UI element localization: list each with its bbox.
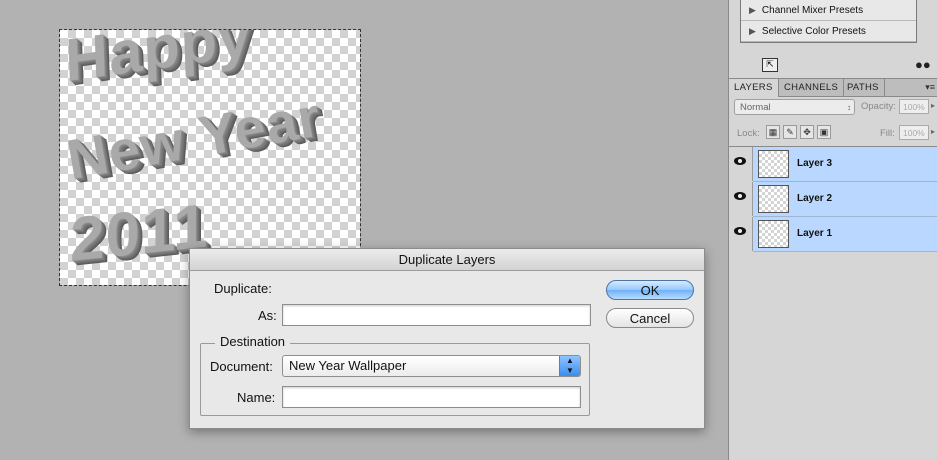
name-label: Name: [237, 390, 276, 405]
as-label: As: [258, 308, 277, 323]
as-input[interactable] [282, 304, 591, 326]
fill-label: Fill: [880, 128, 895, 139]
expand-triangle-icon[interactable]: ▶ [749, 5, 756, 15]
layer-item[interactable]: Layer 3 [753, 147, 937, 182]
layer-item[interactable]: Layer 1 [753, 217, 937, 252]
presets-list: ▶ Channel Mixer Presets ▶ Selective Color … [740, 0, 917, 43]
document-canvas[interactable]: Happy New Year 2011 [60, 30, 360, 285]
layer-name: Layer 2 [797, 193, 833, 204]
document-label: Document: [210, 359, 273, 374]
art-text-line-1: Happy [64, 30, 253, 95]
visibility-eye-icon[interactable] [729, 182, 753, 216]
cancel-button[interactable]: Cancel [606, 308, 694, 328]
fill-dropdown-icon[interactable]: ▸ [931, 127, 935, 136]
select-arrows-icon: ↕ [847, 103, 851, 112]
lock-all-icon[interactable]: ▣ [817, 125, 831, 139]
preset-item-label: Selective Color Presets [761, 26, 866, 37]
opacity-field[interactable]: 100% [899, 99, 929, 114]
panel-menu-icon[interactable]: ▾≡ [925, 79, 935, 96]
opacity-label: Opacity: [861, 101, 896, 112]
layers-panel-tabbar: LAYERS CHANNELS PATHS ▾≡ [729, 78, 937, 97]
tab-channels[interactable]: CHANNELS [779, 79, 845, 96]
layer-thumbnail [758, 150, 789, 178]
select-stepper-icon[interactable]: ▲ ▼ [559, 356, 580, 376]
tab-layers[interactable]: LAYERS [729, 79, 779, 97]
preset-item-label: Channel Mixer Presets [761, 5, 864, 16]
tab-paths[interactable]: PATHS [842, 79, 885, 96]
expand-triangle-icon[interactable]: ▶ [749, 26, 756, 36]
preset-item-selective-color[interactable]: ▶ Selective Color Presets [741, 21, 916, 42]
lock-position-icon[interactable]: ✥ [800, 125, 814, 139]
lock-image-pixels-icon[interactable]: ✎ [783, 125, 797, 139]
lock-transparency-icon[interactable]: ▦ [766, 125, 780, 139]
layer-thumbnail [758, 185, 789, 213]
ok-button[interactable]: OK [606, 280, 694, 300]
document-select-value: New Year Wallpaper [289, 358, 407, 373]
name-input[interactable] [282, 386, 581, 408]
preset-item-channel-mixer[interactable]: ▶ Channel Mixer Presets [741, 0, 916, 21]
layer-row[interactable]: Layer 1 [729, 217, 937, 252]
layer-thumbnail [758, 220, 789, 248]
opacity-dropdown-icon[interactable]: ▸ [931, 101, 935, 110]
fill-field[interactable]: 100% [899, 125, 929, 140]
panel-options-icon[interactable]: ●● [915, 58, 937, 72]
layer-item[interactable]: Layer 2 [753, 182, 937, 217]
destination-legend: Destination [215, 334, 291, 349]
layer-name: Layer 3 [797, 158, 833, 169]
visibility-eye-icon[interactable] [729, 217, 753, 251]
document-select[interactable]: New Year Wallpaper ▲ ▼ [282, 355, 581, 377]
blend-mode-select[interactable]: Normal ↕ [734, 99, 855, 115]
duplicate-label: Duplicate: [214, 281, 272, 296]
layer-row[interactable]: Layer 2 [729, 182, 937, 217]
art-text-line-3: 2011 [70, 191, 209, 275]
panel-resize-icon[interactable]: ⇱ [762, 58, 778, 72]
visibility-eye-icon[interactable] [729, 147, 753, 181]
art-text-line-2: New Year [62, 84, 326, 192]
lock-label: Lock: [737, 128, 760, 139]
blend-mode-value: Normal [740, 102, 771, 113]
duplicate-layers-dialog: Duplicate Layers Duplicate: As: Destinat… [189, 248, 705, 429]
layer-name: Layer 1 [797, 228, 833, 239]
dialog-title: Duplicate Layers [190, 249, 704, 271]
layer-row[interactable]: Layer 3 [729, 147, 937, 182]
